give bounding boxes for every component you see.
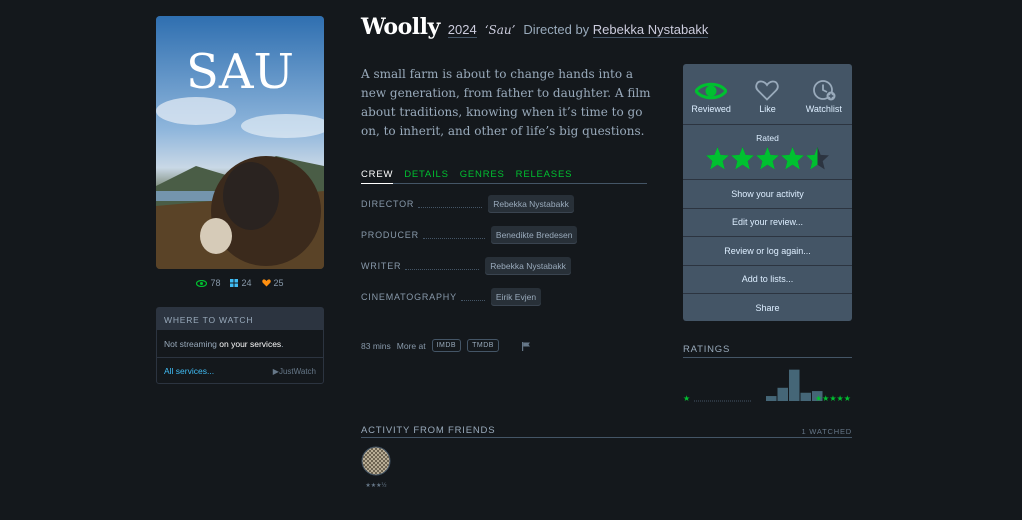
justwatch-link[interactable]: ▶JustWatch	[273, 367, 316, 376]
watchlist-button[interactable]: Watchlist	[796, 64, 852, 124]
tmdb-button[interactable]: TMDB	[467, 339, 499, 352]
friend-rating: ★★★½	[365, 483, 387, 489]
all-services-link[interactable]: All services...	[164, 366, 214, 376]
histogram-min-label: ★	[683, 394, 690, 403]
share-button[interactable]: Share	[683, 294, 852, 321]
grid-icon	[230, 279, 239, 287]
director-link[interactable]: Rebekka Nystabakk	[592, 22, 709, 38]
like-button[interactable]: Like	[739, 64, 795, 124]
tab-genres[interactable]: GENRES	[460, 169, 505, 183]
tab-crew[interactable]: CREW	[361, 169, 394, 184]
film-tabs: CREW DETAILS GENRES RELEASES	[361, 169, 647, 184]
streaming-text-suffix: .	[281, 339, 284, 349]
heart-icon	[261, 279, 271, 287]
poster-stats: 78 24 25	[156, 278, 324, 288]
rating-star-3[interactable]	[755, 146, 780, 171]
lists-count: 24	[241, 278, 252, 288]
crew-role: PRODUCER	[361, 230, 419, 240]
film-meta: 83 mins More at IMDB TMDB	[361, 339, 531, 352]
more-at-label: More at	[396, 340, 426, 351]
tab-details[interactable]: DETAILS	[404, 169, 449, 183]
star-rating[interactable]	[683, 146, 852, 171]
histogram-bar[interactable]	[766, 396, 777, 401]
review-or-log-button[interactable]: Review or log again...	[683, 237, 852, 266]
crew-divider	[422, 237, 485, 239]
rating-star-2[interactable]	[730, 146, 755, 171]
friend-activity-item[interactable]: ★★★½	[361, 446, 391, 489]
crew-person-link[interactable]: Rebekka Nystabakk	[485, 257, 571, 275]
crew-person-link[interactable]: Eirik Evjen	[490, 288, 542, 306]
film-year-link[interactable]: 2024	[447, 22, 477, 38]
film-title: Woolly	[361, 14, 440, 40]
streaming-text: Not streaming	[164, 339, 220, 349]
eye-icon	[196, 279, 208, 287]
film-header: Woolly 2024 ‘Sau’ Directed by Rebekka Ny…	[361, 14, 709, 40]
original-title: ‘Sau’	[484, 23, 516, 37]
actions-panel: Reviewed Like Watchlist Rated Show your …	[683, 64, 852, 321]
crew-row-cinematography: CINEMATOGRAPHY Eirik Evjen	[361, 288, 651, 306]
synopsis: A small farm is about to change hands in…	[361, 67, 651, 138]
avatar[interactable]	[361, 446, 391, 476]
imdb-button[interactable]: IMDB	[431, 339, 462, 352]
crew-role: DIRECTOR	[361, 199, 415, 209]
ratings-heading: RATINGS	[683, 344, 852, 358]
eye-icon	[695, 82, 728, 100]
where-to-watch-heading: WHERE TO WATCH	[157, 308, 323, 330]
clock-plus-icon	[812, 80, 836, 101]
histogram-bar[interactable]	[800, 392, 812, 401]
ratings-histogram: ★ ★★★★★	[683, 364, 852, 404]
show-activity-button[interactable]: Show your activity	[683, 180, 852, 209]
histogram-bar[interactable]	[777, 387, 789, 401]
runtime: 83 mins	[361, 340, 391, 351]
poster-title: SAU	[186, 44, 294, 100]
flag-icon[interactable]	[521, 341, 531, 351]
friends-activity-heading: ACTIVITY FROM FRIENDS 1 WATCHED	[361, 425, 852, 438]
friends-watched-count[interactable]: 1 WATCHED	[801, 425, 852, 437]
crew-row-director: DIRECTOR Rebekka Nystabakk	[361, 195, 651, 213]
rating-star-5[interactable]	[805, 146, 830, 171]
likes-stat[interactable]: 25	[261, 278, 284, 288]
crew-divider	[405, 268, 480, 270]
like-label: Like	[759, 104, 776, 114]
friends-heading-text: ACTIVITY FROM FRIENDS	[361, 425, 496, 436]
crew-role: WRITER	[361, 261, 402, 271]
reviewed-label: Reviewed	[691, 104, 731, 114]
reviewed-button[interactable]: Reviewed	[683, 64, 739, 124]
rating-section: Rated	[683, 125, 852, 180]
edit-review-button[interactable]: Edit your review...	[683, 209, 852, 237]
where-to-watch-panel: WHERE TO WATCH Not streaming on your ser…	[156, 307, 324, 384]
film-poster[interactable]: SAU	[156, 16, 324, 269]
streaming-status: Not streaming on your services.	[157, 330, 323, 358]
crew-divider	[418, 206, 483, 208]
heart-icon	[755, 80, 780, 101]
rated-label: Rated	[756, 133, 779, 143]
lists-stat[interactable]: 24	[230, 278, 252, 288]
tab-releases[interactable]: RELEASES	[516, 169, 573, 183]
directed-by-label: Directed by	[523, 22, 590, 37]
add-to-lists-button[interactable]: Add to lists...	[683, 266, 852, 294]
crew-row-producer: PRODUCER Benedikte Bredesen	[361, 226, 651, 244]
likes-count: 25	[273, 278, 284, 288]
rating-star-1[interactable]	[705, 146, 730, 171]
justwatch-label: JustWatch	[278, 366, 316, 376]
crew-person-link[interactable]: Benedikte Bredesen	[490, 226, 578, 244]
watched-count: 78	[210, 278, 221, 288]
histogram-bar[interactable]	[789, 369, 800, 401]
watchlist-label: Watchlist	[805, 104, 842, 114]
histogram-max-label: ★★★★★	[815, 394, 851, 403]
crew-row-writer: WRITER Rebekka Nystabakk	[361, 257, 651, 275]
crew-role: CINEMATOGRAPHY	[361, 292, 457, 302]
rating-star-4[interactable]	[780, 146, 805, 171]
streaming-text-strong: on your services	[219, 339, 282, 349]
crew-divider	[460, 299, 485, 301]
crew-person-link[interactable]: Rebekka Nystabakk	[488, 195, 574, 213]
watched-stat[interactable]: 78	[196, 278, 220, 288]
